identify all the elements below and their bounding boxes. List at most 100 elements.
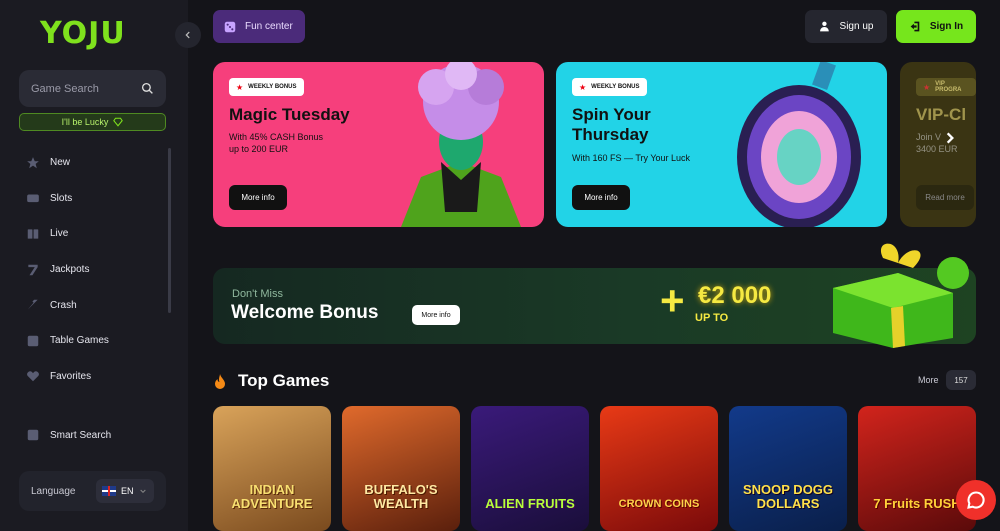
promo-desc-line2: up to 200 EUR bbox=[229, 144, 289, 154]
sign-up-button[interactable]: Sign up bbox=[805, 10, 887, 43]
promo-card-magic-tuesday[interactable]: ★ WEEKLY BONUS Magic Tuesday With 45% CA… bbox=[213, 62, 544, 227]
star-icon: ★ bbox=[579, 82, 587, 92]
promo-title: VIP-Cl bbox=[916, 105, 967, 124]
game-tile[interactable]: CROWN COINS bbox=[600, 406, 718, 531]
badge-label: WEEKLY BONUS bbox=[248, 84, 297, 90]
weekly-bonus-badge: ★ WEEKLY BONUS bbox=[229, 78, 304, 96]
star-icon bbox=[27, 156, 39, 169]
smart-search-icon bbox=[27, 429, 39, 441]
gift-box-illustration bbox=[833, 243, 969, 348]
app-root: YOJU I'll be Lucky New Slots Live bbox=[0, 0, 1000, 531]
fire-icon bbox=[214, 374, 226, 392]
promo-title: Magic Tuesday bbox=[229, 105, 350, 124]
sidebar-item-label: Slots bbox=[50, 192, 73, 204]
language-box: Language EN bbox=[19, 471, 166, 511]
sidebar-item-label: Live bbox=[50, 228, 69, 240]
fun-center-button[interactable]: Fun center bbox=[213, 10, 305, 43]
collapse-sidebar-button[interactable] bbox=[175, 22, 201, 48]
chevron-left-icon bbox=[185, 31, 190, 39]
sidebar-nav: New Slots Live Jackpots Crash Table Game… bbox=[0, 145, 170, 394]
diamond-icon bbox=[113, 117, 124, 127]
sign-in-icon bbox=[910, 21, 920, 32]
promo-desc: With 160 FS — Try Your Luck bbox=[572, 153, 691, 163]
cards-icon bbox=[27, 229, 39, 239]
game-title: CROWN COINS bbox=[618, 498, 700, 510]
more-info-button[interactable]: More info bbox=[229, 185, 287, 210]
carousel-next-button[interactable] bbox=[936, 124, 964, 152]
top-games-count-badge[interactable]: 157 bbox=[946, 370, 976, 390]
sidebar-item-table-games[interactable]: Table Games bbox=[0, 323, 170, 359]
weekly-bonus-badge: ★ WEEKLY BONUS bbox=[572, 78, 647, 96]
rocket-icon bbox=[27, 299, 38, 310]
sign-in-label: Sign In bbox=[929, 21, 964, 32]
user-plus-icon bbox=[819, 21, 829, 32]
live-chat-button[interactable] bbox=[956, 480, 996, 520]
bonus-upto: UP TO bbox=[695, 312, 729, 324]
game-tile[interactable]: BUFFALO'S WEALTH bbox=[342, 406, 460, 531]
promo-title-line2: Thursday bbox=[572, 125, 649, 144]
slot-machine-icon bbox=[27, 194, 39, 203]
read-more-button[interactable]: Read more bbox=[916, 185, 974, 210]
badge-label: WEEKLY BONUS bbox=[591, 84, 640, 90]
sidebar-item-label: Jackpots bbox=[50, 264, 90, 276]
game-title: INDIAN ADVENTURE bbox=[231, 482, 313, 511]
dice-icon bbox=[224, 21, 236, 32]
sign-up-label: Sign up bbox=[839, 21, 874, 32]
sidebar-item-favorites[interactable]: Favorites bbox=[0, 359, 170, 395]
sidebar-item-slots[interactable]: Slots bbox=[0, 181, 170, 217]
top-games-list: INDIAN ADVENTURE BUFFALO'S WEALTH ALIEN … bbox=[213, 406, 976, 531]
sidebar-item-label: Favorites bbox=[50, 370, 92, 382]
language-label: Language bbox=[31, 485, 76, 497]
star-icon: ★ bbox=[923, 82, 931, 92]
chevron-down-icon bbox=[139, 489, 146, 494]
search-icon[interactable] bbox=[141, 82, 154, 95]
search-input[interactable] bbox=[31, 82, 131, 95]
sidebar-item-live[interactable]: Live bbox=[0, 216, 170, 252]
seven-icon bbox=[28, 264, 38, 275]
logo[interactable]: YOJU bbox=[40, 16, 126, 51]
welcome-bonus-banner[interactable]: Don't Miss Welcome Bonus More info + €2 … bbox=[213, 243, 976, 348]
vip-badge: ★ VIP PROGRA bbox=[916, 78, 976, 96]
welcome-more-info-button[interactable]: More info bbox=[412, 305, 460, 325]
poodle-character-illustration bbox=[401, 62, 521, 227]
language-select[interactable]: EN bbox=[96, 479, 154, 503]
lucky-button[interactable]: I'll be Lucky bbox=[19, 113, 166, 131]
game-title: BUFFALO'S WEALTH bbox=[364, 482, 438, 511]
uk-flag-icon bbox=[102, 486, 116, 496]
promo-title-line1: Spin Your bbox=[572, 105, 651, 124]
dice-icon bbox=[27, 335, 39, 347]
sidebar: YOJU I'll be Lucky New Slots Live bbox=[0, 0, 188, 531]
promo-desc-line1: With 45% CASH Bonus bbox=[229, 132, 324, 142]
sidebar-item-label: Crash bbox=[50, 299, 77, 311]
promo-card-spin-thursday[interactable]: ★ WEEKLY BONUS Spin Your Thursday With 1… bbox=[556, 62, 887, 227]
badge-label: VIP PROGRA bbox=[935, 81, 962, 93]
game-tile[interactable]: INDIAN ADVENTURE bbox=[213, 406, 331, 531]
lucky-label: I'll be Lucky bbox=[61, 117, 109, 127]
sidebar-scrollbar[interactable] bbox=[168, 148, 171, 313]
game-search-box[interactable] bbox=[19, 70, 166, 107]
sidebar-item-crash[interactable]: Crash bbox=[0, 287, 170, 323]
top-games-more-link[interactable]: More bbox=[918, 375, 939, 385]
top-games-title: Top Games bbox=[238, 371, 330, 390]
smart-search-label: Smart Search bbox=[50, 429, 112, 441]
more-info-button[interactable]: More info bbox=[572, 185, 630, 210]
bonus-plus: + bbox=[660, 277, 685, 324]
star-icon: ★ bbox=[236, 82, 244, 92]
smart-search-item[interactable]: Smart Search bbox=[26, 428, 111, 442]
fun-center-label: Fun center bbox=[245, 21, 293, 32]
sign-in-button[interactable]: Sign In bbox=[896, 10, 976, 43]
sidebar-item-label: Table Games bbox=[50, 335, 109, 347]
game-title: ALIEN FRUITS bbox=[485, 496, 575, 511]
game-tile[interactable]: 7 Fruits RUSH bbox=[858, 406, 976, 531]
game-tile[interactable]: SNOOP DOGG DOLLARS bbox=[729, 406, 847, 531]
chat-icon bbox=[967, 491, 985, 509]
game-title: SNOOP DOGG DOLLARS bbox=[742, 482, 834, 511]
sidebar-item-jackpots[interactable]: Jackpots bbox=[0, 252, 170, 288]
sidebar-item-new[interactable]: New bbox=[0, 145, 170, 181]
language-value: EN bbox=[121, 486, 134, 496]
chevron-right-icon bbox=[946, 132, 954, 144]
heart-icon bbox=[27, 371, 39, 382]
welcome-pretitle: Don't Miss bbox=[232, 288, 283, 300]
game-tile[interactable]: ALIEN FRUITS bbox=[471, 406, 589, 531]
bonus-amount: €2 000 bbox=[698, 282, 772, 309]
